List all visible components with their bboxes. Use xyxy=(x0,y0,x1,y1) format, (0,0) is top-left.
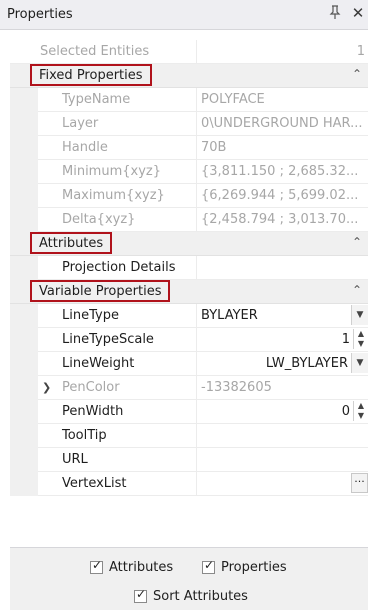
property-name: LineTypeScale xyxy=(62,332,154,347)
category-label: Fixed Properties xyxy=(30,64,152,86)
property-name: Handle xyxy=(62,140,108,155)
property-row-linetype[interactable]: LineType BYLAYER ▼ xyxy=(10,304,368,328)
chevron-down-icon[interactable]: ▼ xyxy=(351,305,368,325)
property-value: 1 xyxy=(196,40,368,64)
property-value: 0\UNDERGROUND HAR... xyxy=(196,112,368,136)
property-name: URL xyxy=(62,452,88,467)
linetype-dropdown[interactable]: BYLAYER ▼ xyxy=(196,304,368,328)
property-row: Minimum{xyz} {3,811.150 ; 2,685.32... xyxy=(10,160,368,184)
property-name: Minimum{xyz} xyxy=(62,164,161,179)
category-label: Variable Properties xyxy=(30,280,171,302)
property-row-vertexlist[interactable]: VertexList ··· xyxy=(10,472,368,496)
property-row-selected-entities: Selected Entities 1 xyxy=(10,40,368,64)
property-value: 0 xyxy=(341,404,350,419)
chevron-up-icon[interactable]: ⌃ xyxy=(352,283,362,297)
footer-options: Attributes Properties Sort Attributes xyxy=(10,547,368,610)
property-name: Delta{xyz} xyxy=(62,212,136,227)
property-value: {6,269.944 ; 5,699.02... xyxy=(196,184,368,208)
checkbox-label: Attributes xyxy=(109,560,174,575)
property-value: 70B xyxy=(196,136,368,160)
property-name: PenColor xyxy=(62,380,120,395)
property-name: LineType xyxy=(62,308,119,323)
property-name: ToolTip xyxy=(62,428,107,443)
attributes-checkbox[interactable]: Attributes xyxy=(90,558,174,575)
checkbox-label: Properties xyxy=(221,560,287,575)
property-value: POLYFACE xyxy=(196,88,368,112)
panel-titlebar: Properties ✕ xyxy=(0,0,368,30)
property-value: 1 xyxy=(341,332,350,347)
property-row: Handle 70B xyxy=(10,136,368,160)
chevron-up-icon[interactable]: ⌃ xyxy=(352,235,362,249)
property-row: Maximum{xyz} {6,269.944 ; 5,699.02... xyxy=(10,184,368,208)
spinner-icon[interactable]: ▲ ▼ xyxy=(353,329,368,349)
property-name: Projection Details xyxy=(62,260,176,275)
pin-icon[interactable] xyxy=(327,5,343,23)
close-icon[interactable]: ✕ xyxy=(350,4,366,22)
property-value: {3,811.150 ; 2,685.32... xyxy=(196,160,368,184)
checkmark-icon[interactable] xyxy=(90,558,103,574)
property-value: {2,458.794 ; 3,013.70... xyxy=(196,208,368,232)
property-row-projection-details[interactable]: Projection Details xyxy=(10,256,368,280)
property-name: Selected Entities xyxy=(40,44,150,59)
properties-panel: Properties ✕ Selected Entities 1 Fixed P… xyxy=(0,0,368,610)
property-value: -13382605 xyxy=(196,376,368,400)
panel-title: Properties xyxy=(7,7,73,22)
property-name: TypeName xyxy=(62,92,131,107)
chevron-down-icon[interactable]: ▼ xyxy=(351,353,368,373)
checkmark-icon[interactable] xyxy=(134,587,147,603)
property-row: Layer 0\UNDERGROUND HAR... xyxy=(10,112,368,136)
category-label: Attributes xyxy=(30,232,113,254)
property-name: Layer xyxy=(62,116,99,131)
ellipsis-icon[interactable]: ··· xyxy=(351,473,368,493)
property-value[interactable] xyxy=(196,448,368,472)
category-attributes[interactable]: Attributes ⌃ xyxy=(10,232,368,256)
property-grid: Selected Entities 1 Fixed Properties ⌃ T… xyxy=(10,40,368,496)
property-value[interactable] xyxy=(196,424,368,448)
penwidth-stepper[interactable]: 0 ▲ ▼ xyxy=(196,400,368,424)
property-row: Delta{xyz} {2,458.794 ; 3,013.70... xyxy=(10,208,368,232)
property-name: VertexList xyxy=(62,476,127,491)
category-variable-properties[interactable]: Variable Properties ⌃ xyxy=(10,280,368,304)
checkmark-icon[interactable] xyxy=(202,558,215,574)
vertexlist-value[interactable]: ··· xyxy=(196,472,368,496)
property-row: TypeName POLYFACE xyxy=(10,88,368,112)
property-name: PenWidth xyxy=(62,404,124,419)
property-row-tooltip[interactable]: ToolTip xyxy=(10,424,368,448)
property-name: LineWeight xyxy=(62,356,135,371)
chevron-right-icon[interactable]: ❯ xyxy=(42,381,51,394)
property-row-pencolor[interactable]: ❯ PenColor -13382605 xyxy=(10,376,368,400)
properties-checkbox[interactable]: Properties xyxy=(202,558,287,575)
lineweight-dropdown[interactable]: LW_BYLAYER ▼ xyxy=(196,352,368,376)
sort-attributes-checkbox[interactable]: Sort Attributes xyxy=(134,587,248,604)
category-fixed-properties[interactable]: Fixed Properties ⌃ xyxy=(10,64,368,88)
linetypescale-stepper[interactable]: 1 ▲ ▼ xyxy=(196,328,368,352)
property-value[interactable] xyxy=(196,256,368,280)
property-row-url[interactable]: URL xyxy=(10,448,368,472)
property-row-linetypescale[interactable]: LineTypeScale 1 ▲ ▼ xyxy=(10,328,368,352)
property-value: BYLAYER xyxy=(201,308,258,323)
property-row-penwidth[interactable]: PenWidth 0 ▲ ▼ xyxy=(10,400,368,424)
checkbox-label: Sort Attributes xyxy=(153,589,248,604)
property-name: Maximum{xyz} xyxy=(62,188,165,203)
property-row-lineweight[interactable]: LineWeight LW_BYLAYER ▼ xyxy=(10,352,368,376)
property-value: LW_BYLAYER xyxy=(265,356,348,371)
spinner-icon[interactable]: ▲ ▼ xyxy=(353,401,368,421)
chevron-up-icon[interactable]: ⌃ xyxy=(352,67,362,81)
